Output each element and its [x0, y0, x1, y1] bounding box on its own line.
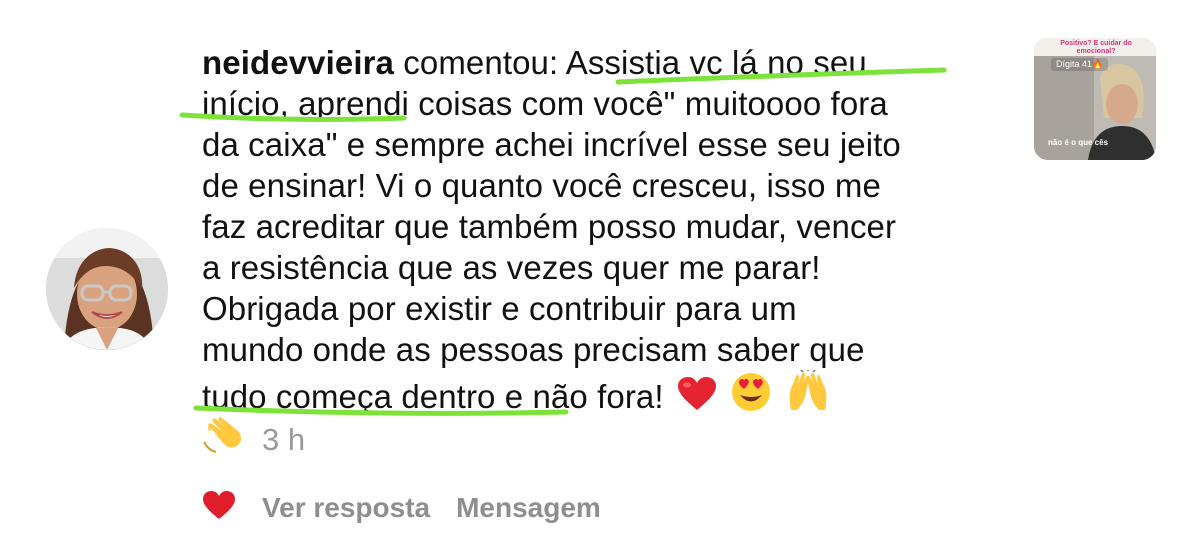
comment-line: neidevvieira comentou: Assistia vc lá no… [202, 42, 1022, 83]
comment-line: a resistência que as vezes quer me parar… [202, 249, 821, 286]
avatar[interactable] [46, 228, 168, 350]
heart-eyes-emoji-icon [730, 372, 772, 421]
view-reply-button[interactable]: Ver resposta [262, 492, 430, 524]
thumbnail-caption-top: Positivo? E cuidar do emocional? [1060, 40, 1132, 55]
raising-hands-emoji-icon [785, 369, 831, 421]
comment-line: tudo começa dentro e não fora! [202, 369, 1022, 415]
post-thumbnail[interactable]: Positivo? E cuidar do emocional? Dígita … [1034, 38, 1156, 160]
comment-line: mundo onde as pessoas precisam saber que [202, 331, 865, 368]
comment-body: neidevvieira comentou: Assistia vc lá no… [202, 42, 1022, 415]
comment-line: faz acreditar que também posso mudar, ve… [202, 208, 897, 245]
message-button[interactable]: Mensagem [456, 492, 601, 524]
username-link[interactable]: neidevvieira [202, 44, 394, 81]
thumbnail-tag: Dígita 41🔥 [1051, 58, 1109, 71]
clapping-hands-emoji-icon [202, 416, 246, 464]
red-heart-emoji-icon [677, 376, 717, 421]
comment-text: Assistia vc lá no seu [565, 44, 867, 81]
comment-text: tudo começa dentro e não fora! [202, 378, 664, 415]
comment-line: de ensinar! Vi o quanto você cresceu, is… [202, 167, 881, 204]
thumbnail-caption-bottom: não é o que cês [1048, 138, 1109, 147]
comment-meta: 3 h [202, 417, 306, 460]
avatar-photo [46, 228, 168, 350]
comment-actions: Ver resposta Mensagem [202, 486, 601, 530]
comment-line: início, aprendi coisas com você" muitooo… [202, 85, 888, 122]
comment-timestamp: 3 h [262, 422, 306, 457]
like-heart-icon[interactable] [202, 490, 236, 527]
comment-line: da caixa" e sempre achei incrível esse s… [202, 126, 901, 163]
comment-line: Obrigada por existir e contribuir para u… [202, 290, 797, 327]
comment-verb: comentou: [403, 44, 559, 81]
